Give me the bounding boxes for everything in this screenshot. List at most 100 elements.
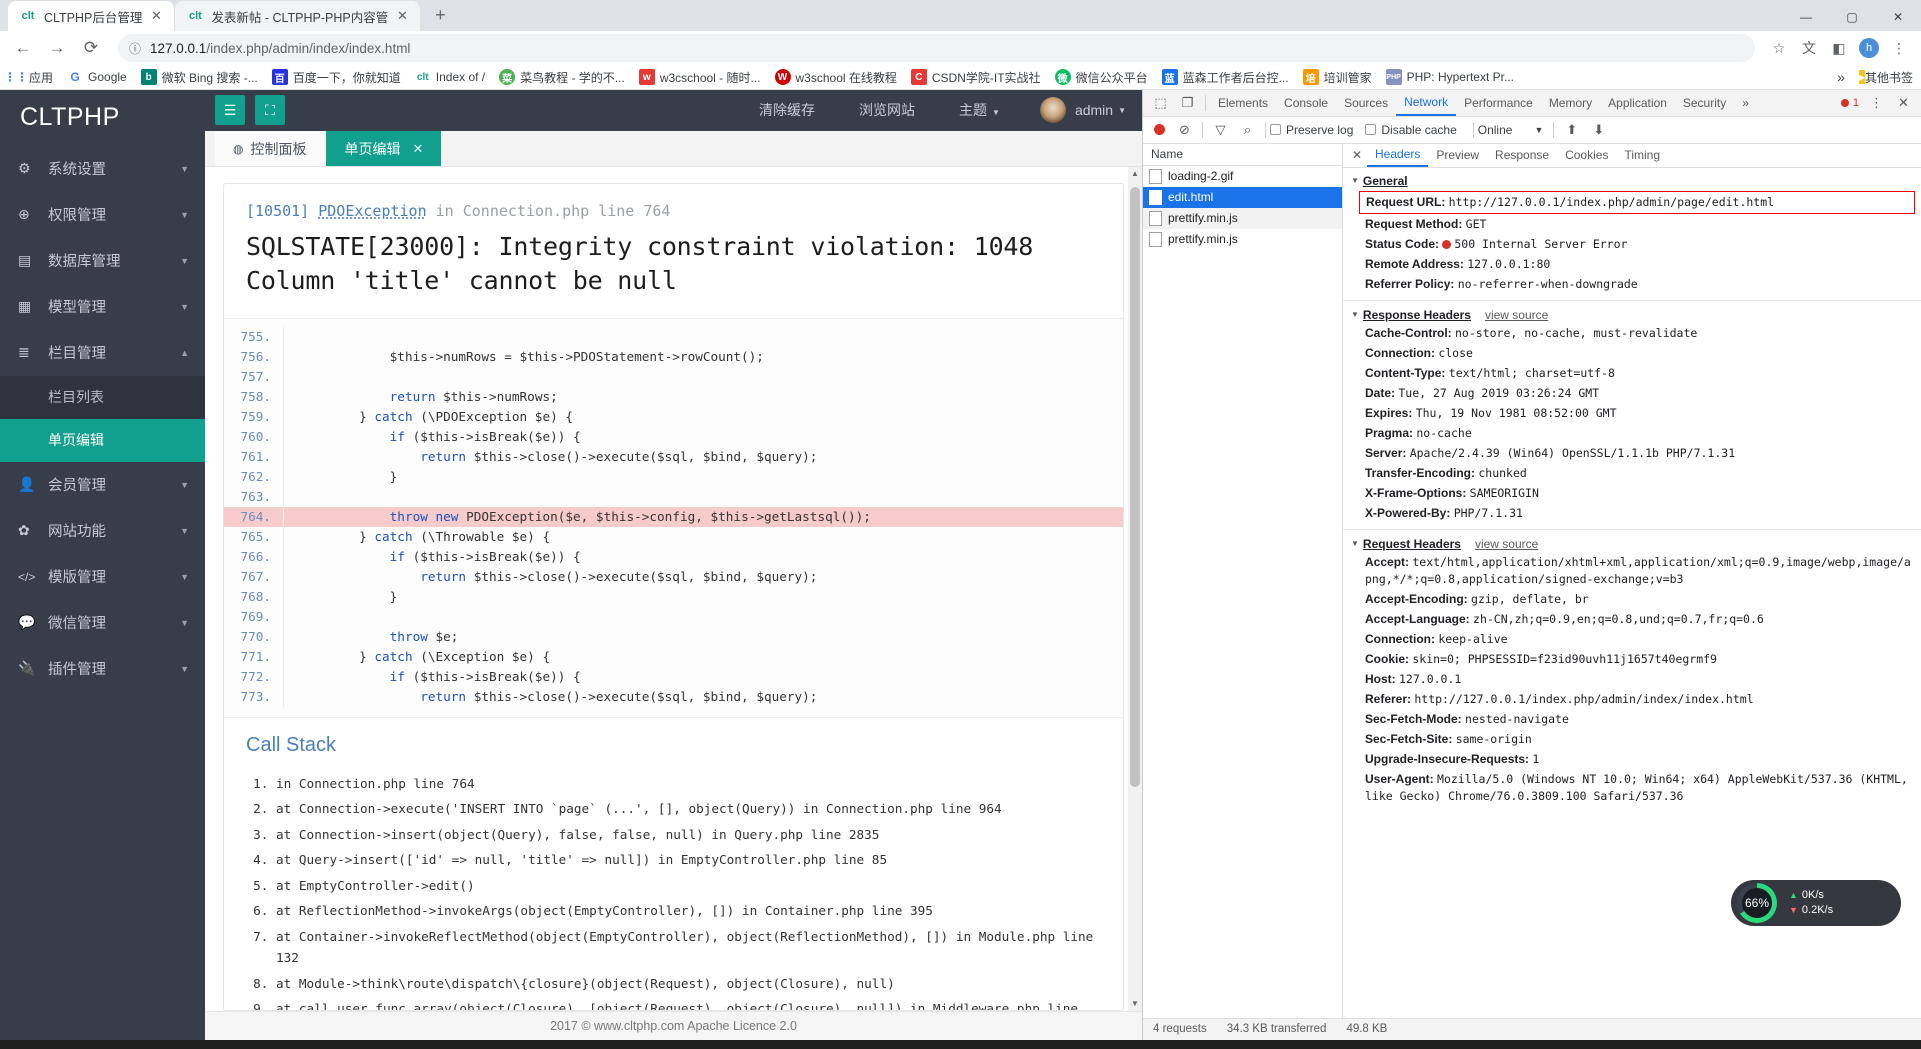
bookmark-item-apps[interactable]: ⋮⋮ 应用 — [4, 69, 53, 86]
tab-single-page-edit[interactable]: 单页编辑 ✕ — [326, 130, 442, 167]
tab-console[interactable]: Console — [1276, 90, 1336, 116]
tab-dashboard[interactable]: ◍ 控制面板 — [215, 130, 325, 167]
device-toolbar-icon[interactable]: ❐ — [1174, 90, 1201, 115]
page-scrollbar[interactable]: ▲ ▼ — [1128, 167, 1142, 1011]
site-info-icon[interactable]: ⓘ — [128, 40, 142, 57]
detail-tab-timing[interactable]: Timing — [1616, 144, 1668, 167]
sidebar-subitem-single-page-edit[interactable]: 单页编辑 — [0, 418, 205, 462]
bookmark-item-runoob[interactable]: 菜菜鸟教程 - 学的不... — [499, 69, 625, 86]
user-menu[interactable]: admin ▼ — [1039, 97, 1126, 124]
sidebar-item-site-function[interactable]: ✿ 网站功能 ▼ — [0, 508, 205, 554]
address-bar[interactable]: ⓘ 127.0.0.1/index.php/admin/index/index.… — [118, 34, 1755, 63]
bookmark-item-csdn[interactable]: C CSDN学院-IT实战社 — [910, 69, 1041, 86]
new-tab-button[interactable]: + — [426, 2, 454, 30]
detail-tab-preview[interactable]: Preview — [1428, 144, 1487, 167]
tab-security[interactable]: Security — [1675, 90, 1734, 116]
search-icon[interactable]: ⌕ — [1234, 117, 1261, 142]
scroll-down-arrow-icon[interactable]: ▼ — [1128, 997, 1142, 1011]
request-row[interactable]: prettify.min.js — [1143, 229, 1342, 250]
tabs-overflow-icon[interactable]: » — [1734, 90, 1757, 116]
request-row[interactable]: loading-2.gif — [1143, 166, 1342, 187]
translate-icon[interactable]: 文 — [1795, 34, 1823, 62]
headers-section-title[interactable]: ▼ Request Headers view source — [1343, 535, 1921, 553]
detail-tab-response[interactable]: Response — [1487, 144, 1557, 167]
close-window-icon[interactable]: ✕ — [1875, 1, 1921, 33]
devtools-more-icon[interactable]: ⋮ — [1863, 90, 1890, 115]
forward-icon[interactable]: → — [42, 33, 72, 63]
tab-application[interactable]: Application — [1600, 90, 1675, 116]
extension-icon[interactable]: ◧ — [1825, 34, 1853, 62]
bookmark-item-wechat[interactable]: 微微信公众平台 — [1054, 69, 1148, 86]
disable-cache-checkbox[interactable]: Disable cache — [1365, 123, 1457, 137]
filter-icon[interactable]: ▽ — [1207, 117, 1234, 142]
bookmarks-overflow[interactable]: » ▸ 其他书签 — [1837, 69, 1913, 86]
view-source-link[interactable]: view source — [1485, 308, 1548, 322]
clear-cache-link[interactable]: 清除缓存 — [759, 100, 815, 120]
bookmark-item-index[interactable]: clt Index of / — [414, 69, 485, 86]
browser-tab-1[interactable]: clt 发表新帖 - CLTPHP-PHP内容管理 ✕ — [175, 1, 421, 32]
throttling-dropdown[interactable]: Online ▼ — [1478, 123, 1544, 137]
theme-dropdown[interactable]: 主题 ▼ — [959, 100, 1000, 120]
sidebar-item-column[interactable]: ≣ 栏目管理 ▲ — [0, 330, 205, 376]
sidebar-item-member[interactable]: 👤 会员管理 ▼ — [0, 462, 205, 508]
bookmark-item-peixun[interactable]: 培培训管家 — [1302, 69, 1372, 86]
error-count-badge[interactable]: 1 — [1840, 97, 1859, 109]
sidebar-toggle-button[interactable]: ☰ — [215, 95, 245, 126]
export-har-icon[interactable]: ⬇ — [1585, 117, 1612, 142]
bookmark-item-php[interactable]: PHP PHP: Hypertext Pr... — [1385, 69, 1514, 86]
devtools-close-icon[interactable]: ✕ — [1890, 90, 1917, 115]
sidebar-subitem-column-list[interactable]: 栏目列表 — [0, 375, 205, 419]
maximize-icon[interactable]: ▢ — [1829, 1, 1875, 33]
bookmark-item-w3school[interactable]: Ww3school 在线教程 — [774, 69, 897, 86]
detail-close-icon[interactable]: ✕ — [1347, 148, 1367, 162]
avatar[interactable]: h — [1855, 34, 1883, 62]
browse-site-link[interactable]: 浏览网站 — [859, 100, 915, 120]
inspect-element-icon[interactable]: ⬚ — [1147, 90, 1174, 115]
request-row[interactable]: edit.html — [1143, 186, 1342, 208]
tab-sources[interactable]: Sources — [1336, 90, 1396, 116]
tab-performance[interactable]: Performance — [1456, 90, 1541, 116]
sidebar-item-permission[interactable]: ⊕ 权限管理 ▼ — [0, 192, 205, 238]
scroll-thumb[interactable] — [1130, 187, 1140, 788]
record-button[interactable] — [1154, 124, 1165, 136]
bookmark-item-google[interactable]: G Google — [67, 69, 127, 86]
headers-section-title[interactable]: ▼ Response Headers view source — [1343, 306, 1921, 324]
reload-icon[interactable]: ⟳ — [76, 33, 106, 63]
bookmark-star-icon[interactable]: ☆ — [1765, 34, 1793, 62]
request-row[interactable]: prettify.min.js — [1143, 207, 1342, 229]
tab-memory[interactable]: Memory — [1541, 90, 1600, 116]
chrome-menu-icon[interactable]: ⋮ — [1885, 34, 1913, 62]
tab-close-icon[interactable]: ✕ — [148, 8, 164, 24]
minimize-icon[interactable]: — — [1783, 1, 1829, 33]
detail-tab-cookies[interactable]: Cookies — [1557, 144, 1616, 167]
sidebar-item-system-settings[interactable]: ⚙ 系统设置 ▼ — [0, 146, 205, 192]
bookmark-item-lansen[interactable]: 蓝蓝森工作者后台控... — [1161, 69, 1289, 86]
view-source-link[interactable]: view source — [1475, 537, 1538, 551]
exception-name-link[interactable]: PDOException — [318, 202, 426, 220]
app-brand[interactable]: CLTPHP — [0, 90, 205, 146]
import-har-icon[interactable]: ⬆ — [1558, 117, 1585, 142]
preserve-log-checkbox[interactable]: Preserve log — [1270, 123, 1353, 137]
sidebar-item-model[interactable]: ▦ 模型管理 ▼ — [0, 284, 205, 330]
scroll-up-arrow-icon[interactable]: ▲ — [1128, 167, 1142, 181]
request-list-header[interactable]: Name — [1143, 143, 1342, 166]
detail-tab-headers[interactable]: Headers — [1367, 144, 1429, 167]
bookmark-item-w3cschool[interactable]: w w3cschool - 随时... — [638, 69, 761, 86]
tab-close-icon[interactable]: ✕ — [394, 8, 410, 24]
sidebar-item-wechat[interactable]: 💬 微信管理 ▼ — [0, 600, 205, 646]
sidebar-item-plugin[interactable]: 🔌 插件管理 ▼ — [0, 646, 205, 692]
clear-icon[interactable]: ⊘ — [1171, 117, 1198, 142]
tab-network[interactable]: Network — [1396, 90, 1457, 116]
bookmark-item-baidu[interactable]: 百百度一下，你就知道 — [271, 69, 401, 86]
request-name: loading-2.gif — [1168, 169, 1234, 184]
headers-section-title[interactable]: ▼ General — [1343, 172, 1921, 190]
back-icon[interactable]: ← — [8, 33, 38, 63]
sidebar-item-database[interactable]: ▤ 数据库管理 ▼ — [0, 238, 205, 284]
tab-close-icon[interactable]: ✕ — [412, 141, 423, 157]
browser-tab-0[interactable]: clt CLTPHP后台管理 ✕ — [8, 1, 175, 32]
sidebar-item-template[interactable]: </> 模版管理 ▼ — [0, 554, 205, 600]
tab-elements[interactable]: Elements — [1210, 90, 1276, 116]
fullscreen-button[interactable]: ⛶ — [255, 95, 285, 126]
bookmark-item-bing[interactable]: b 微软 Bing 搜索 -... — [140, 69, 258, 86]
